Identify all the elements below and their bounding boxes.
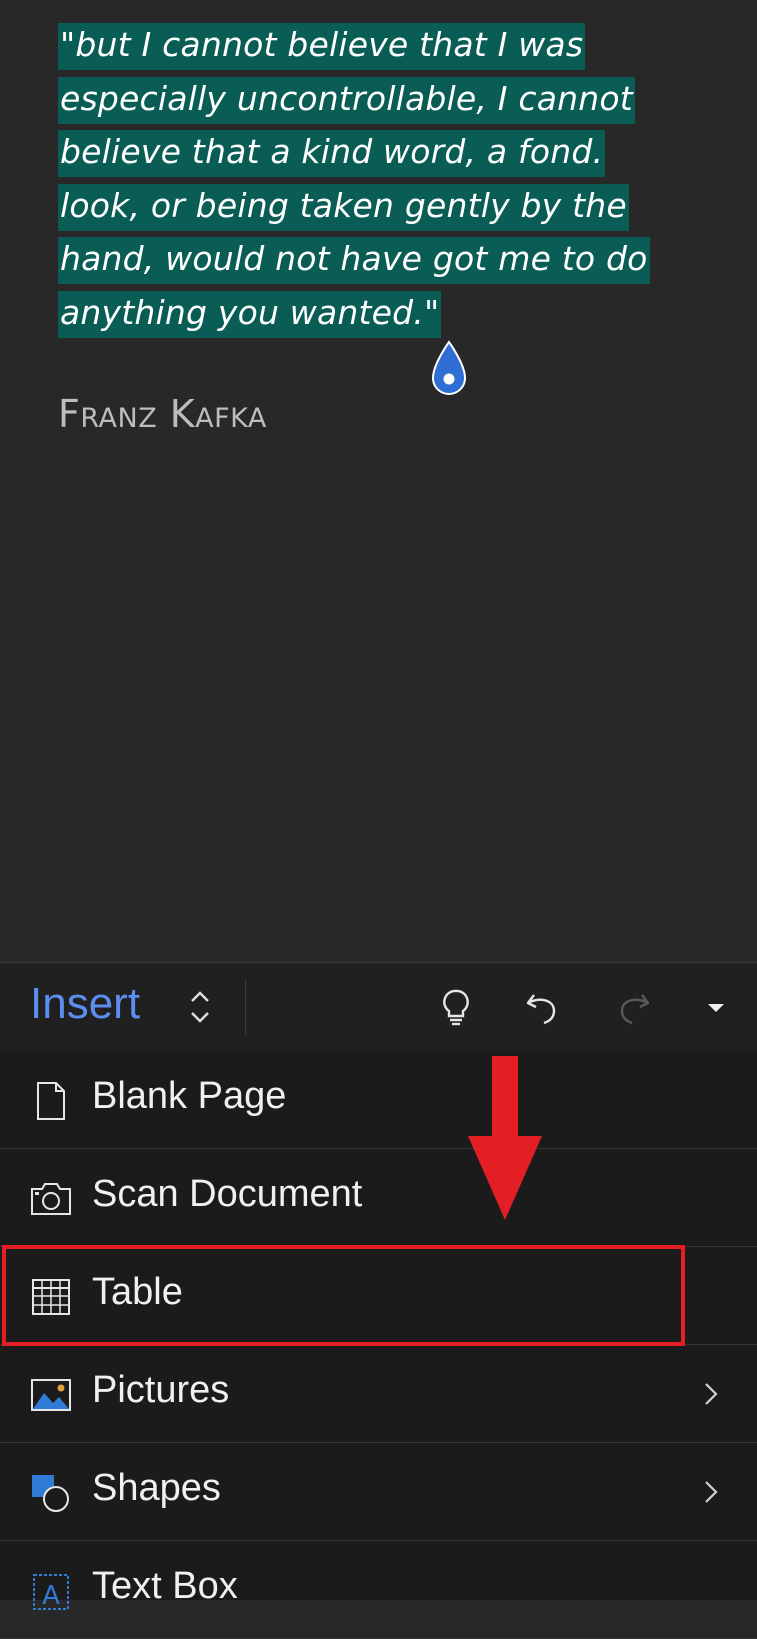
- quote-line: hand, would not have got me to do: [58, 232, 748, 286]
- quote-line: believe that a kind word, a fond.: [58, 125, 748, 179]
- quote-line: look, or being taken gently by the: [58, 179, 748, 233]
- menu-item-label: Blank Page: [92, 1075, 287, 1117]
- annotation-arrow-icon: [468, 1056, 542, 1220]
- ribbon-toolbar: Insert: [0, 962, 757, 1052]
- lightbulb-icon[interactable]: [434, 985, 478, 1029]
- menu-item-blank-page[interactable]: Blank Page: [0, 1051, 757, 1149]
- toolbar-divider: [245, 979, 246, 1035]
- menu-item-pictures[interactable]: Pictures: [0, 1345, 757, 1443]
- chevron-right-icon: [705, 1481, 718, 1503]
- shapes-icon: [32, 1475, 69, 1512]
- chevron-right-icon: [705, 1383, 718, 1405]
- menu-item-scan-document[interactable]: Scan Document: [0, 1149, 757, 1247]
- author-name: Franz Kafka: [58, 392, 267, 436]
- dropdown-caret-icon[interactable]: [694, 985, 738, 1029]
- menu-item-label: Text Box: [92, 1565, 238, 1607]
- tab-switcher-chevrons-icon[interactable]: [186, 985, 214, 1029]
- selection-handle-icon[interactable]: [429, 340, 469, 398]
- quote-line: especially uncontrollable, I cannot: [58, 72, 748, 126]
- ribbon-tab-insert[interactable]: Insert: [30, 979, 140, 1029]
- menu-item-label: Pictures: [92, 1369, 230, 1411]
- camera-icon: [31, 1183, 71, 1215]
- annotation-highlight-box: [2, 1245, 685, 1346]
- text-box-icon: A: [33, 1574, 69, 1611]
- svg-text:A: A: [42, 1581, 60, 1611]
- selected-quote[interactable]: "but I cannot believe that I was especia…: [58, 18, 748, 340]
- pictures-icon: [31, 1379, 71, 1411]
- quote-line: anything you wanted.": [58, 286, 748, 340]
- quote-line: "but I cannot believe that I was: [58, 18, 748, 72]
- blank-page-icon: [37, 1082, 65, 1120]
- undo-icon[interactable]: [520, 985, 564, 1029]
- menu-item-label: Scan Document: [92, 1173, 363, 1215]
- redo-icon[interactable]: [612, 985, 656, 1029]
- document-canvas[interactable]: "but I cannot believe that I was especia…: [0, 0, 757, 962]
- menu-item-label: Shapes: [92, 1467, 221, 1509]
- menu-item-text-box[interactable]: A Text Box: [0, 1541, 757, 1639]
- menu-item-shapes[interactable]: Shapes: [0, 1443, 757, 1541]
